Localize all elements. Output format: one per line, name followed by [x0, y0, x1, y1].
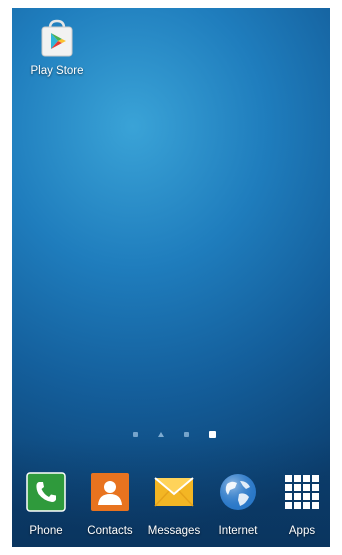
device-frame: Play Store Phone Contacts Messages Inter… [0, 0, 342, 555]
play-store-icon [37, 18, 77, 58]
home-page-icon[interactable] [158, 432, 164, 437]
dock-label: Phone [29, 525, 63, 537]
app-label: Play Store [30, 65, 84, 77]
dock-label: Internet [218, 525, 258, 537]
page-dot[interactable] [133, 432, 138, 437]
apps-grid-icon [282, 472, 322, 512]
dock-label: Messages [147, 525, 201, 537]
dock-phone[interactable]: Phone [14, 472, 78, 538]
globe-icon [218, 472, 258, 512]
home-screen: Play Store Phone Contacts Messages Inter… [12, 8, 330, 547]
dock-label: Contacts [87, 525, 133, 537]
dock-internet[interactable]: Internet [206, 472, 270, 538]
page-dot[interactable] [184, 432, 189, 437]
messages-icon [154, 472, 194, 512]
dock-label: Apps [288, 525, 316, 537]
dock-messages[interactable]: Messages [142, 472, 206, 538]
page-indicator[interactable] [12, 430, 330, 440]
page-dot-active[interactable] [209, 431, 216, 438]
dock-apps[interactable]: Apps [270, 472, 330, 538]
dock-contacts[interactable]: Contacts [78, 472, 142, 538]
app-play-store[interactable]: Play Store [22, 18, 92, 78]
dock: Phone Contacts Messages Internet Apps [12, 472, 330, 542]
phone-icon [26, 472, 66, 512]
contacts-icon [90, 472, 130, 512]
